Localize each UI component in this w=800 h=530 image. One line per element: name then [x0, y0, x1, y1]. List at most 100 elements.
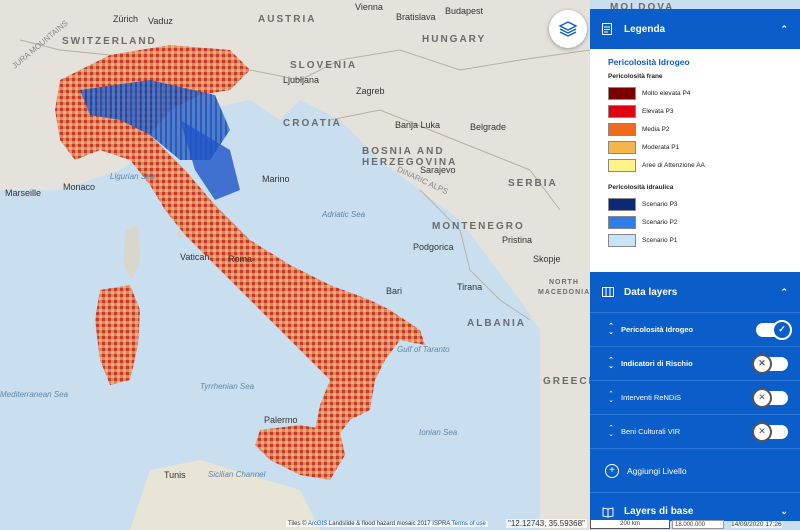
sea-label: Sicilian Channel: [208, 470, 266, 479]
legend-item: Scenario P3: [608, 195, 788, 213]
legend-header[interactable]: Legenda ⌃: [590, 9, 800, 49]
city-label: Belgrade: [470, 122, 507, 132]
city-label: Bari: [386, 286, 403, 296]
country-label-switzerland: SWITZERLAND: [62, 36, 157, 47]
legend-title: Pericolosità Idrogeo: [608, 57, 690, 67]
legend-item-label: Molto elevata P4: [642, 89, 691, 97]
arcgis-link[interactable]: ArcGIS: [308, 521, 327, 527]
legend-swatch: [608, 86, 636, 100]
scale-bar: 200 km: [590, 520, 670, 529]
check-icon: ✓: [772, 319, 792, 340]
sea-label: Adriatic Sea: [322, 210, 366, 219]
reorder-icon[interactable]: ⌃ ⌄: [605, 391, 617, 404]
chevron-up-icon: ⌃: [780, 286, 788, 297]
city-label: Vienna: [355, 2, 383, 12]
side-panel: Legenda ⌃ Pericolosità Idrogeo Pericolos…: [590, 9, 800, 521]
data-layers-label: Data layers: [624, 286, 678, 298]
legend-swatch: [608, 158, 636, 172]
base-layers-label: Layers di base: [624, 506, 694, 517]
legend-item-label: Aree di Attenzione AA: [642, 161, 705, 169]
country-label-albania: ALBANIA: [467, 318, 526, 329]
country-label-north: NORTH: [549, 279, 579, 286]
city-label: Tunis: [164, 470, 186, 480]
city-label: Marino: [262, 174, 290, 184]
country-label-austria: AUSTRIA: [258, 14, 317, 25]
legend-item: Media P2: [608, 120, 788, 138]
layer-label: Indicatori di Rischio: [621, 359, 693, 368]
add-layer-label: Aggiungi Livello: [627, 465, 687, 476]
legend-header-label: Legenda: [624, 23, 666, 35]
layer-label: Beni Culturali VIR: [621, 427, 681, 436]
layer-toggle[interactable]: ✕: [752, 421, 788, 442]
country-label-croatia: CROATIA: [283, 118, 342, 129]
layer-toggle[interactable]: ✕: [752, 353, 788, 374]
legend-groups: Pericolosità frane Molto elevata P4 Elevat…: [608, 73, 788, 249]
layer-row[interactable]: ⌃ ⌄ Indicatori di Rischio ✕: [590, 346, 800, 380]
sea-label: Ionian Sea: [419, 428, 458, 437]
legend-group-title: Pericolosità frane: [608, 73, 663, 80]
city-label: Budapest: [445, 6, 484, 16]
terms-link[interactable]: Terms of use: [452, 521, 486, 527]
layer-toggle[interactable]: ✓: [756, 319, 792, 340]
status-bar: Tiles © ArcGIS Landslide & flood hazard …: [0, 519, 800, 530]
city-label: Zürich: [113, 14, 139, 24]
legend-item: Aree di Attenzione AA: [608, 156, 788, 174]
legend-swatch: [608, 215, 636, 229]
chevron-down-icon: ⌄: [780, 506, 788, 516]
book-icon: [602, 506, 616, 518]
layers-toggle-button[interactable]: [549, 10, 587, 48]
country-label-hungary: HUNGARY: [422, 34, 487, 45]
legend-swatch: [608, 104, 636, 118]
reorder-icon[interactable]: ⌃ ⌄: [605, 323, 617, 336]
attribution: Tiles © ArcGIS Landslide & flood hazard …: [286, 521, 488, 527]
timestamp: 14/09/2020 17:26: [731, 521, 782, 528]
legend-swatch: [608, 122, 636, 136]
cursor-coordinates: "12.12743, 35.59368": [506, 519, 587, 528]
layer-toggle[interactable]: ✕: [752, 387, 788, 408]
city-label: Pristina: [502, 235, 533, 245]
scale-select[interactable]: 18.000.000: [672, 520, 724, 529]
country-label-serbia: SERBIA: [508, 178, 558, 189]
legend-item-label: Media P2: [642, 125, 670, 133]
legend-item-label: Scenario P2: [642, 218, 678, 226]
add-layer-button[interactable]: + Aggiungi Livello: [590, 448, 800, 492]
city-label: Vaduz: [148, 16, 173, 26]
legend-item: Moderata P1: [608, 138, 788, 156]
legend-item: Elevata P3: [608, 102, 788, 120]
legend-item-label: Moderata P1: [642, 143, 680, 151]
country-label-macedonia: MACEDONIA: [538, 289, 591, 296]
data-layers-header[interactable]: Data layers ⌃: [590, 272, 800, 312]
document-icon: [602, 23, 616, 35]
sea-label: Tyrrhenian Sea: [200, 382, 255, 391]
layer-row[interactable]: ⌃ ⌄ Pericolosità Idrogeo ✓: [590, 312, 800, 346]
plus-circle-icon: +: [605, 463, 619, 478]
layer-label: Interventi ReNDiS: [621, 393, 682, 402]
legend-item-label: Scenario P3: [642, 200, 678, 208]
city-label: Roma: [228, 254, 253, 264]
country-label-montenegro: MONTENEGRO: [432, 221, 525, 232]
legend-swatch: [608, 197, 636, 211]
city-label: Palermo: [264, 415, 298, 425]
legend-item: Scenario P2: [608, 213, 788, 231]
country-label-bosnia: BOSNIA AND: [362, 146, 445, 157]
legend-item: Scenario P1: [608, 231, 788, 249]
city-label: Banja Luka: [395, 120, 441, 130]
layer-row[interactable]: ⌃ ⌄ Interventi ReNDiS ✕: [590, 380, 800, 414]
reorder-icon[interactable]: ⌃ ⌄: [605, 425, 617, 438]
city-label: Marseille: [5, 188, 42, 198]
legend-item-label: Scenario P1: [642, 236, 678, 244]
city-label: Ljubljana: [283, 75, 320, 85]
layer-label: Pericolosità Idrogeo: [621, 325, 694, 334]
attribution-prefix: Tiles ©: [288, 521, 307, 527]
city-label: Vatican: [180, 252, 210, 262]
attribution-text: Landslide & flood hazard mosaic 2017 ISP…: [328, 521, 450, 527]
legend-swatch: [608, 140, 636, 154]
close-icon: ✕: [752, 421, 772, 442]
legend-body: Pericolosità Idrogeo Pericolosità frane M…: [590, 49, 800, 272]
city-label: Zagreb: [356, 86, 385, 96]
city-label: Podgorica: [413, 242, 454, 252]
layer-list: ⌃ ⌄ Pericolosità Idrogeo ✓ ⌃ ⌄ Indicatori di R…: [590, 312, 800, 448]
reorder-icon[interactable]: ⌃ ⌄: [605, 357, 617, 370]
close-icon: ✕: [752, 353, 772, 374]
layer-row[interactable]: ⌃ ⌄ Beni Culturali VIR ✕: [590, 414, 800, 448]
